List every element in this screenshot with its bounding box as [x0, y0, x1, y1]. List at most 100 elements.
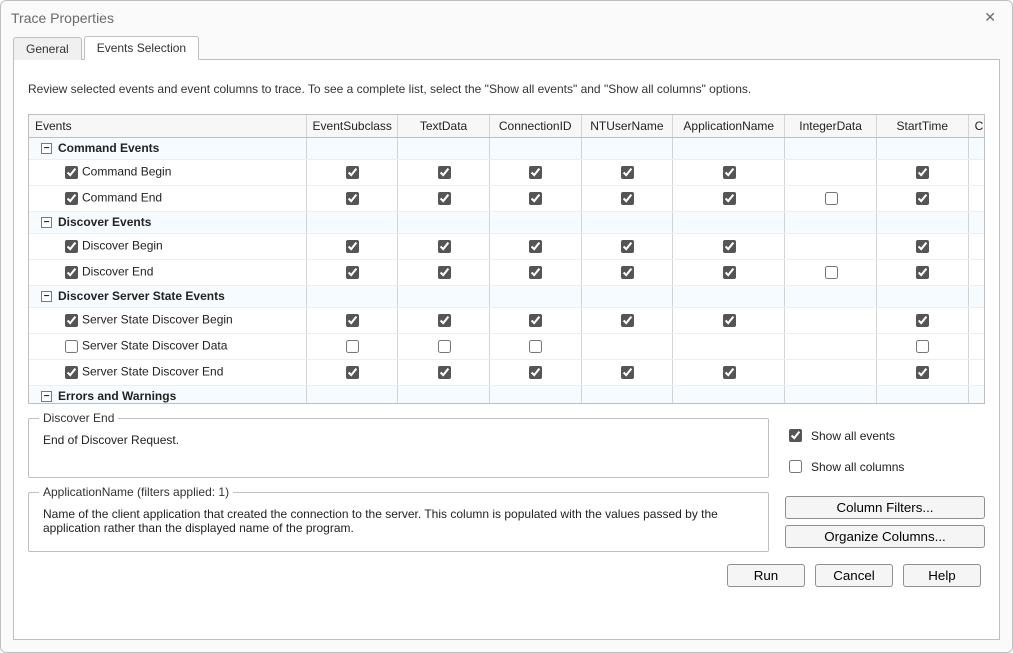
cell[interactable] — [673, 259, 785, 285]
cell[interactable] — [306, 285, 398, 307]
cell[interactable] — [306, 333, 398, 359]
column-filters-button[interactable]: Column Filters... — [785, 496, 985, 519]
close-icon[interactable]: ✕ — [978, 7, 1002, 28]
cell-checkbox[interactable] — [529, 166, 542, 179]
cell-checkbox[interactable] — [723, 366, 736, 379]
cell-checkbox[interactable] — [529, 340, 542, 353]
cell[interactable] — [306, 159, 398, 185]
cell-checkbox[interactable] — [723, 192, 736, 205]
cell[interactable] — [876, 137, 968, 159]
cell[interactable] — [785, 333, 877, 359]
cell-checkbox[interactable] — [916, 340, 929, 353]
col-events[interactable]: Events — [29, 115, 306, 137]
cell[interactable] — [489, 307, 581, 333]
cell[interactable] — [968, 211, 984, 233]
table-row[interactable]: Server State Discover Begin — [29, 307, 984, 333]
cell[interactable] — [968, 137, 984, 159]
row-checkbox[interactable] — [65, 314, 78, 327]
col-applicationname[interactable]: ApplicationName — [673, 115, 785, 137]
cell[interactable] — [306, 385, 398, 403]
cell[interactable] — [581, 185, 673, 211]
cell[interactable] — [785, 137, 877, 159]
cell[interactable] — [673, 211, 785, 233]
cell[interactable] — [306, 259, 398, 285]
cell[interactable] — [968, 285, 984, 307]
cell[interactable] — [785, 185, 877, 211]
cell-checkbox[interactable] — [723, 240, 736, 253]
cell[interactable] — [581, 385, 673, 403]
cell[interactable] — [306, 211, 398, 233]
cell-checkbox[interactable] — [621, 314, 634, 327]
cell[interactable] — [876, 385, 968, 403]
cell[interactable] — [673, 385, 785, 403]
row-checkbox[interactable] — [65, 266, 78, 279]
cell[interactable] — [673, 233, 785, 259]
row-checkbox[interactable] — [65, 192, 78, 205]
table-group-row[interactable]: −Command Events — [29, 137, 984, 159]
cell[interactable] — [785, 307, 877, 333]
cell-checkbox[interactable] — [723, 166, 736, 179]
cell[interactable] — [306, 137, 398, 159]
cell[interactable] — [398, 333, 490, 359]
cell-checkbox[interactable] — [438, 340, 451, 353]
cell-checkbox[interactable] — [346, 314, 359, 327]
cell-checkbox[interactable] — [621, 192, 634, 205]
cell-checkbox[interactable] — [916, 166, 929, 179]
cell-checkbox[interactable] — [621, 240, 634, 253]
cell[interactable] — [489, 385, 581, 403]
cell[interactable] — [398, 285, 490, 307]
cell[interactable] — [306, 307, 398, 333]
cell[interactable] — [581, 285, 673, 307]
show-all-events-checkbox[interactable] — [789, 429, 802, 442]
cell[interactable] — [876, 285, 968, 307]
events-cell[interactable]: Command Begin — [29, 159, 306, 185]
cell-checkbox[interactable] — [621, 166, 634, 179]
cell[interactable] — [876, 307, 968, 333]
cell[interactable] — [968, 233, 984, 259]
cell-checkbox[interactable] — [346, 240, 359, 253]
row-checkbox[interactable] — [65, 366, 78, 379]
cell[interactable] — [581, 333, 673, 359]
table-row[interactable]: Command End — [29, 185, 984, 211]
cell-checkbox[interactable] — [825, 266, 838, 279]
cell-checkbox[interactable] — [916, 366, 929, 379]
organize-columns-button[interactable]: Organize Columns... — [785, 525, 985, 548]
cell-checkbox[interactable] — [723, 314, 736, 327]
tab-events-selection[interactable]: Events Selection — [84, 36, 199, 60]
cell-checkbox[interactable] — [529, 366, 542, 379]
cell-checkbox[interactable] — [529, 240, 542, 253]
cell[interactable] — [489, 285, 581, 307]
cell[interactable] — [876, 211, 968, 233]
cell-checkbox[interactable] — [438, 366, 451, 379]
cell-checkbox[interactable] — [346, 166, 359, 179]
row-checkbox[interactable] — [65, 340, 78, 353]
table-row[interactable]: Server State Discover Data — [29, 333, 984, 359]
table-row[interactable]: Command Begin — [29, 159, 984, 185]
cell[interactable] — [785, 385, 877, 403]
cell[interactable] — [489, 233, 581, 259]
cell[interactable] — [581, 211, 673, 233]
cell[interactable] — [398, 233, 490, 259]
events-cell[interactable]: Server State Discover End — [29, 359, 306, 385]
cell-checkbox[interactable] — [438, 166, 451, 179]
cell-checkbox[interactable] — [916, 240, 929, 253]
cell[interactable] — [489, 333, 581, 359]
cell[interactable] — [489, 137, 581, 159]
col-starttime[interactable]: StartTime — [876, 115, 968, 137]
cell-checkbox[interactable] — [346, 340, 359, 353]
cell[interactable] — [306, 185, 398, 211]
table-group-row[interactable]: −Discover Events — [29, 211, 984, 233]
cell[interactable] — [398, 137, 490, 159]
cell[interactable] — [876, 233, 968, 259]
cell[interactable] — [306, 233, 398, 259]
cell[interactable] — [785, 285, 877, 307]
events-cell[interactable]: Server State Discover Begin — [29, 307, 306, 333]
cell-checkbox[interactable] — [438, 240, 451, 253]
cell-checkbox[interactable] — [438, 314, 451, 327]
cell[interactable] — [785, 159, 877, 185]
expand-toggle-icon[interactable]: − — [41, 143, 52, 154]
show-all-events[interactable]: Show all events — [785, 426, 985, 445]
cell[interactable] — [489, 359, 581, 385]
cell-checkbox[interactable] — [346, 192, 359, 205]
cell[interactable] — [876, 159, 968, 185]
